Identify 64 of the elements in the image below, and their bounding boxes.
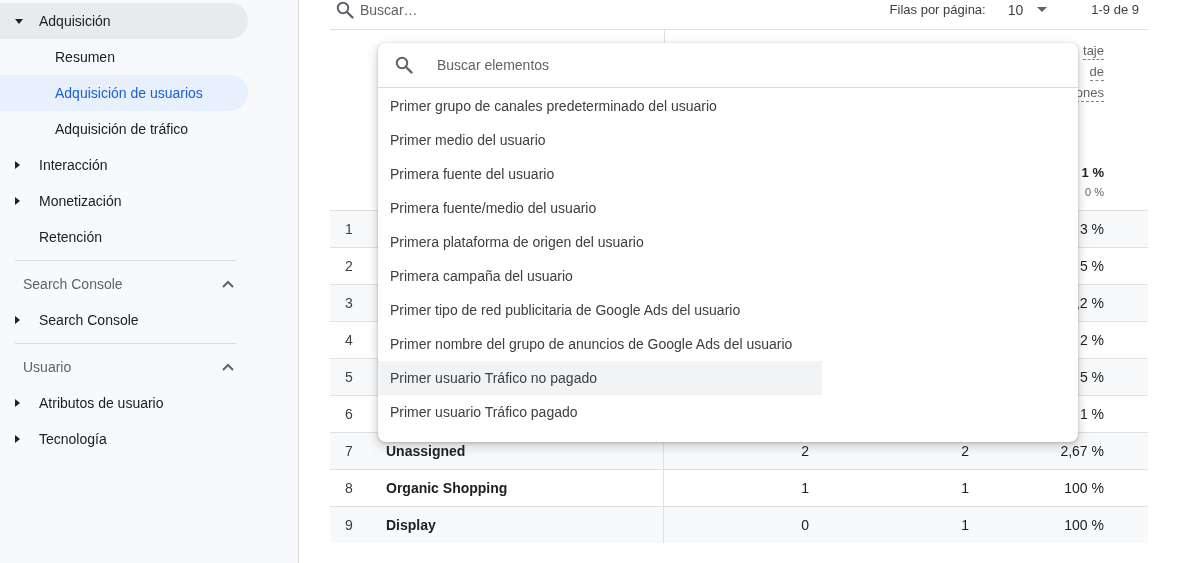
menu-item[interactable]: Primer medio del usuario	[378, 123, 822, 157]
menu-item[interactable]: Primera plataforma de origen del usuario	[378, 225, 822, 259]
row-number: 3	[344, 294, 354, 313]
nav-item[interactable]: Atributos de usuario	[0, 385, 248, 421]
table-cell-text: 1	[960, 479, 970, 498]
rows-per-page-select[interactable]: 10	[1007, 1, 1048, 18]
table-cell-text: 1	[800, 479, 810, 498]
chevron-up-icon	[222, 363, 234, 371]
row-number: 5	[344, 368, 354, 387]
menu-item[interactable]: Primer grupo de canales predeterminado del usuario	[378, 89, 822, 123]
nav-item[interactable]: Interacción	[0, 147, 248, 183]
caret-right-icon	[15, 161, 20, 169]
caret-right-icon	[15, 435, 20, 443]
row-number: 7	[344, 442, 354, 461]
menu-item[interactable]: Primer nombre del grupo de anuncios de Google Ads del usuario	[378, 327, 822, 361]
menu-item[interactable]: Primer usuario Tráfico pagado	[378, 395, 822, 429]
rows-per-page-label: Filas por página:	[889, 2, 986, 17]
row-number: 1	[344, 220, 354, 239]
row-number: 2	[344, 257, 354, 276]
menu-item[interactable]: Primera campaña del usuario	[378, 259, 822, 293]
nav-item[interactable]: Retención	[0, 219, 248, 255]
nav-item[interactable]: Adquisición de tráfico	[0, 111, 248, 147]
search-icon	[395, 56, 413, 74]
menu-item[interactable]: Primer tipo de red publicitaria de Google Ads del usuario	[378, 293, 822, 327]
table-cell-text: 3 %	[1078, 220, 1105, 239]
row-number: 8	[344, 479, 354, 498]
nav-item[interactable]: Resumen	[0, 39, 248, 75]
row-number: 4	[344, 331, 354, 350]
caret-right-icon	[15, 399, 20, 407]
table-cell-text: 100 %	[1063, 479, 1105, 498]
nav-item[interactable]: Adquisición de usuarios	[0, 75, 248, 111]
total-value: 1 %	[1081, 165, 1104, 180]
table-cell-text: 2 %	[1078, 331, 1105, 350]
table-cell-text: 2	[800, 442, 810, 461]
nav-item[interactable]: Monetización	[0, 183, 248, 219]
table-cell-text: 5 %	[1078, 257, 1105, 276]
table-cell-text: 0	[800, 516, 810, 535]
nav-item[interactable]: Search Console	[0, 302, 248, 338]
row-number: 9	[344, 516, 354, 535]
chevron-up-icon	[222, 280, 234, 288]
caret-right-icon	[15, 197, 20, 205]
nav-item[interactable]: Adquisición	[0, 3, 248, 39]
page-range: 1-9 de 9	[1091, 2, 1139, 17]
nav-item[interactable]: Tecnología	[0, 421, 248, 457]
table-cell-text: 5 %	[1078, 368, 1105, 387]
table-cell-text: 1 %	[1078, 405, 1105, 424]
search-field[interactable]: Buscar…	[360, 1, 560, 18]
caret-right-icon	[15, 316, 20, 324]
row-number: 6	[344, 405, 354, 424]
section-header[interactable]: Usuario	[0, 349, 298, 385]
section-header[interactable]: Search Console	[0, 266, 298, 302]
table-cell-text: 2	[960, 442, 970, 461]
menu-item[interactable]: Primera fuente del usuario	[378, 157, 822, 191]
table-cell: Display	[374, 507, 664, 543]
search-icon	[336, 0, 354, 19]
table-cell-text: 2,67 %	[1059, 442, 1105, 461]
total-percent: 0 %	[1085, 186, 1104, 198]
menu-item[interactable]: Primer usuario Tráfico no pagado	[378, 361, 822, 395]
table-cell-text: ,2 %	[1075, 294, 1105, 313]
menu-item[interactable]: Primera fuente/medio del usuario	[378, 191, 822, 225]
table-cell-text: 100 %	[1063, 516, 1105, 535]
caret-down-icon	[1037, 7, 1048, 12]
caret-down-icon	[15, 18, 23, 24]
table-cell-text: 1	[960, 516, 970, 535]
